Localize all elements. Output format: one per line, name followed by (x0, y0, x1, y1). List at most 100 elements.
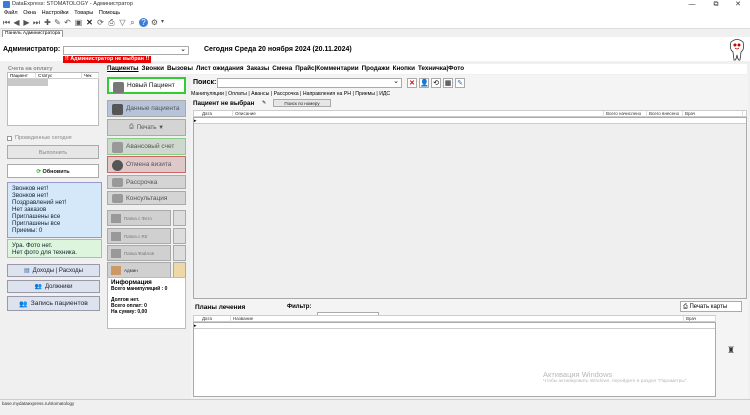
menu-bar: Файл Окна Настройки Товары Помощь (0, 9, 750, 17)
main-tabs: Пациенты Звонки Вызовы Лист ожидания Заказы С… (107, 64, 747, 74)
subtab-installments[interactable]: Рассрочка (274, 91, 299, 97)
history-icon[interactable]: ⟲ (431, 78, 441, 88)
undo-icon[interactable]: ↶ (63, 18, 72, 27)
menu-goods[interactable]: Товары (74, 9, 93, 17)
refresh-button[interactable]: ⟳ Обновить (7, 164, 99, 178)
plans-grid[interactable]: ▸ (193, 322, 716, 397)
xray-folder-add-button[interactable] (173, 228, 186, 244)
tab-visits[interactable]: Вызовы (167, 64, 193, 74)
execute-button[interactable]: Выполнить (7, 145, 99, 159)
search-by-number-button[interactable]: Поиск по номеру (273, 99, 331, 107)
menu-windows[interactable]: Окна (23, 9, 36, 17)
manipulations-grid[interactable]: ▸ (193, 117, 747, 299)
table-row[interactable]: ▸ (194, 118, 746, 124)
subtab-payments[interactable]: Оплаты (228, 91, 247, 97)
subtab-manipulations[interactable]: Манипуляции (191, 91, 224, 97)
tab-orders[interactable]: Заказы (247, 64, 270, 74)
subtab-ids[interactable]: ИДС (379, 91, 390, 97)
last-record-icon[interactable]: ⏭ (32, 18, 41, 27)
patient-data-button[interactable]: Данные пациента (107, 100, 186, 117)
card-icon[interactable]: ▦ (443, 78, 453, 88)
first-record-icon[interactable]: ⏮ (2, 18, 11, 27)
document-icon (112, 142, 123, 153)
table-row[interactable] (8, 79, 48, 86)
date-text: Сегодня Среда 20 ноября 2024 (20.11.2024… (204, 46, 352, 53)
filter-icon[interactable]: ▽ (118, 18, 127, 27)
files-folder-add-button[interactable] (173, 245, 186, 261)
edit-icon[interactable]: ✎ (455, 78, 465, 88)
col-check[interactable]: Чек (82, 73, 99, 79)
col-status[interactable]: Статус (36, 73, 82, 79)
cancel-visit-button[interactable]: Отмена визита (107, 156, 186, 173)
money-icon: ▤ (23, 268, 30, 274)
installment-button[interactable]: Рассрочка (107, 175, 186, 189)
tab-calls[interactable]: Звонки (142, 64, 164, 74)
table-row[interactable]: ▸ (194, 323, 715, 329)
folder-icon (111, 266, 121, 275)
patient-record-button[interactable]: 👥 Запись пациентов (7, 296, 100, 311)
clock-icon (112, 160, 123, 171)
xray-folder-button[interactable]: Папка с Rtr (107, 228, 171, 244)
files-folder-button[interactable]: Папка Файлов (107, 245, 171, 261)
tab-patients[interactable]: Пациенты (107, 64, 139, 74)
menu-help[interactable]: Помощь (99, 9, 120, 17)
done-today-label: Проведенные сегодня (15, 135, 72, 141)
menu-settings[interactable]: Настройки (42, 9, 69, 17)
subtab-referrals[interactable]: Направления на РН (303, 91, 351, 97)
print-card-button[interactable]: ⎙ Печать карты (680, 301, 742, 312)
new-patient-button[interactable]: Новый Пациент (107, 77, 186, 94)
next-record-icon[interactable]: ▶ (22, 18, 31, 27)
delete-icon[interactable]: ✕ (85, 18, 94, 27)
admin-folder-button[interactable]: Админ (107, 262, 171, 278)
consultation-button[interactable]: Консультация (107, 191, 186, 205)
plans-title: Планы лечения (195, 304, 246, 311)
people-icon: 👥 (34, 284, 42, 290)
tooth-chart-icon[interactable]: ♜ (727, 345, 735, 356)
income-expenses-button[interactable]: ▤ Доходы | Расходы (7, 264, 100, 277)
tab-price[interactable]: Прайс|Комментарии (295, 64, 358, 74)
tab-buttons[interactable]: Кнопки (393, 64, 415, 74)
info-line: Звонков нет! (12, 185, 49, 192)
payments-grid[interactable]: Пациент Статус Чек (7, 72, 99, 126)
left-panel: Счета на оплату Пациент Статус Чек Прове… (2, 61, 103, 401)
tab-tech[interactable]: Техничка|Фото (418, 64, 464, 74)
minimize-button[interactable]: — (680, 0, 704, 9)
photo-folder-button[interactable]: Папка с Фото (107, 210, 171, 226)
header: Администратор: Сегодня Среда 20 ноября 2… (0, 37, 750, 63)
search-number-icon[interactable]: ✎ (262, 100, 266, 106)
subtab-advances[interactable]: Авансы (251, 91, 269, 97)
print-button[interactable]: ⎙ Печать ▼ (107, 119, 186, 136)
save-icon[interactable]: ▣ (74, 18, 83, 27)
search-input[interactable] (217, 77, 402, 88)
admin-folder-add-button[interactable] (173, 262, 186, 278)
subtab-appointments[interactable]: Приемы (355, 91, 375, 97)
tools-dropdown-icon[interactable]: ▾ (158, 18, 167, 27)
info-box: Звонков нет! Звонков нет! Поздравлений н… (7, 182, 102, 238)
folder-icon (111, 214, 121, 223)
debtors-button[interactable]: 👥 Должники (7, 280, 100, 293)
help-icon[interactable]: ? (139, 18, 148, 27)
tab-waiting-list[interactable]: Лист ожидания (196, 64, 244, 74)
edit-record-icon[interactable]: ✎ (53, 18, 62, 27)
tab-shift[interactable]: Смена (272, 64, 292, 74)
tab-admin-panel[interactable]: Панель Администратора (2, 30, 64, 37)
admin-select[interactable] (63, 45, 189, 55)
close-button[interactable]: ✕ (726, 0, 750, 9)
maximize-button[interactable]: ⧉ (704, 0, 728, 9)
print-icon[interactable]: ⎙ (107, 18, 116, 27)
advance-invoice-button[interactable]: Авансовый счет (107, 138, 186, 155)
tab-sales[interactable]: Продажи (362, 64, 390, 74)
info-line: Приглашены все (12, 220, 61, 227)
clear-search-icon[interactable]: ✕ (407, 78, 417, 88)
done-today-checkbox[interactable] (7, 136, 12, 141)
menu-file[interactable]: Файл (4, 9, 18, 17)
col-patient[interactable]: Пациент (8, 73, 36, 79)
find-icon[interactable]: ⌕ (128, 18, 137, 27)
prev-record-icon[interactable]: ◀ (12, 18, 21, 27)
add-record-icon[interactable]: ✚ (43, 18, 52, 27)
admin-label: Администратор: (3, 46, 61, 53)
refresh-icon[interactable]: ⟳ (96, 18, 105, 27)
user-search-icon[interactable]: 👤 (419, 78, 429, 88)
photo-folder-add-button[interactable] (173, 210, 186, 226)
photo-line: Ура. Фото нет. (12, 242, 53, 249)
